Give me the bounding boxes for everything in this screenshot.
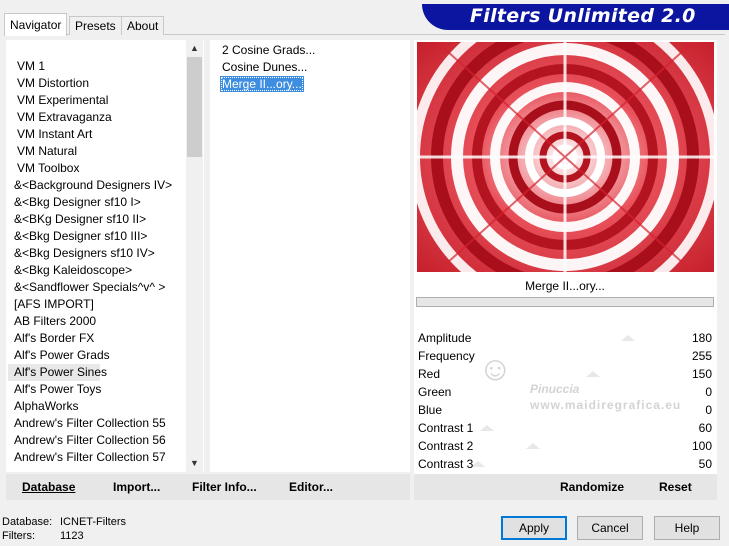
tab-navigator[interactable]: Navigator bbox=[4, 13, 68, 36]
param-label: Frequency bbox=[418, 349, 475, 363]
category-item[interactable]: &<Background Designers IV> bbox=[8, 177, 186, 194]
param-slider-mark bbox=[480, 425, 494, 431]
category-item[interactable]: [AFS IMPORT] bbox=[8, 296, 186, 313]
category-item[interactable]: Alf's Power Toys bbox=[8, 381, 186, 398]
param-label: Blue bbox=[418, 403, 443, 417]
category-item[interactable]: &<Bkg Designer sf10 I> bbox=[8, 194, 186, 211]
tab-about[interactable]: About bbox=[121, 16, 165, 35]
scroll-down-icon[interactable]: ▼ bbox=[186, 455, 203, 472]
filters-status-value: 1123 bbox=[60, 530, 84, 542]
scroll-up-icon[interactable]: ▲ bbox=[186, 40, 203, 57]
category-item[interactable]: VM Experimental bbox=[8, 92, 186, 109]
category-item[interactable]: &<Sandflower Specials^v^ > bbox=[8, 279, 186, 296]
category-item[interactable]: AB Filters 2000 bbox=[8, 313, 186, 330]
param-slider-mark bbox=[621, 335, 635, 341]
param-contrast-2[interactable]: Contrast 2 100 bbox=[416, 438, 714, 456]
param-slider-mark bbox=[526, 443, 540, 449]
param-contrast-1[interactable]: Contrast 1 60 bbox=[416, 420, 714, 438]
apply-button[interactable]: Apply bbox=[501, 516, 567, 540]
reset-button[interactable]: Reset bbox=[659, 480, 692, 494]
param-value: 60 bbox=[698, 421, 712, 435]
category-item[interactable]: VM Instant Art bbox=[8, 126, 186, 143]
left-toolbar: Database Import... Filter Info... Editor… bbox=[6, 474, 410, 500]
cancel-button[interactable]: Cancel bbox=[577, 516, 643, 540]
param-label: Red bbox=[418, 367, 441, 381]
help-button[interactable]: Help bbox=[654, 516, 720, 540]
category-item[interactable]: &<Bkg Designers sf10 IV> bbox=[8, 245, 186, 262]
param-value: 100 bbox=[691, 439, 712, 453]
param-value: 50 bbox=[698, 457, 712, 471]
category-item[interactable]: Andrew's Filter Collection 57 bbox=[8, 449, 186, 466]
param-value: 255 bbox=[691, 349, 712, 363]
param-label: Contrast 1 bbox=[418, 421, 474, 435]
param-value: 150 bbox=[691, 367, 712, 381]
param-label: Green bbox=[418, 385, 452, 399]
param-frequency[interactable]: Frequency 255 bbox=[416, 348, 714, 366]
tab-presets[interactable]: Presets bbox=[69, 16, 122, 35]
filter-item-selected[interactable]: Merge II...ory... bbox=[220, 76, 304, 92]
category-item[interactable]: Alf's Power Grads bbox=[8, 347, 186, 364]
category-item[interactable]: AlphaWorks bbox=[8, 398, 186, 415]
category-scrollbar[interactable]: ▲ ▼ bbox=[186, 40, 203, 472]
editor-button[interactable]: Editor... bbox=[289, 480, 333, 494]
filter-info-button[interactable]: Filter Info... bbox=[192, 480, 257, 494]
filters-status-label: Filters: bbox=[2, 530, 35, 542]
category-item[interactable]: Alf's Border FX bbox=[8, 330, 186, 347]
param-label: Amplitude bbox=[418, 331, 472, 345]
category-item[interactable]: &<BKg Designer sf10 II> bbox=[8, 211, 186, 228]
randomize-button[interactable]: Randomize bbox=[560, 480, 624, 494]
category-item[interactable]: VM Natural bbox=[8, 143, 186, 160]
watermark-logo-icon: ☺ bbox=[478, 350, 513, 388]
category-item[interactable]: VM Distortion bbox=[8, 75, 186, 92]
param-value: 0 bbox=[705, 385, 712, 399]
right-toolbar: Randomize Reset bbox=[414, 474, 717, 500]
category-item-selected[interactable]: Alf's Power Sines bbox=[8, 364, 107, 381]
import-button[interactable]: Import... bbox=[113, 480, 160, 494]
progress-bar bbox=[416, 297, 714, 307]
param-value: 0 bbox=[705, 403, 712, 417]
param-slider-mark bbox=[586, 371, 600, 377]
preview-image bbox=[417, 42, 714, 272]
category-item[interactable]: Andrew's Filter Collection 55 bbox=[8, 415, 186, 432]
param-contrast-3[interactable]: Contrast 3 50 bbox=[416, 456, 714, 474]
scroll-thumb[interactable] bbox=[187, 57, 202, 157]
database-button[interactable]: Database bbox=[22, 480, 75, 494]
database-status-value: ICNET-Filters bbox=[60, 516, 126, 528]
param-label: Contrast 3 bbox=[418, 457, 474, 471]
category-list[interactable]: VM 1 VM Distortion VM Experimental VM Ex… bbox=[8, 58, 186, 466]
category-item[interactable]: Andrew's Filter Collection 56 bbox=[8, 432, 186, 449]
param-value: 180 bbox=[691, 331, 712, 345]
filter-list-panel bbox=[210, 40, 410, 472]
category-item[interactable]: &<Bkg Designer sf10 III> bbox=[8, 228, 186, 245]
filter-item[interactable]: 2 Cosine Grads... bbox=[220, 42, 317, 58]
watermark-url: www.maidiregrafica.eu bbox=[530, 398, 682, 412]
filter-item[interactable]: Cosine Dunes... bbox=[220, 59, 309, 75]
category-item[interactable]: VM 1 bbox=[8, 58, 186, 75]
preview-caption: Merge II...ory... bbox=[525, 279, 605, 293]
category-item[interactable]: &<Bkg Kaleidoscope> bbox=[8, 262, 186, 279]
category-item[interactable]: VM Extravaganza bbox=[8, 109, 186, 126]
app-title: Filters Unlimited 2.0 bbox=[470, 5, 696, 27]
category-item[interactable]: VM Toolbox bbox=[8, 160, 186, 177]
watermark-name: Pinuccia bbox=[530, 382, 580, 396]
param-amplitude[interactable]: Amplitude 180 bbox=[416, 330, 714, 348]
database-status-label: Database: bbox=[2, 516, 53, 528]
param-label: Contrast 2 bbox=[418, 439, 474, 453]
